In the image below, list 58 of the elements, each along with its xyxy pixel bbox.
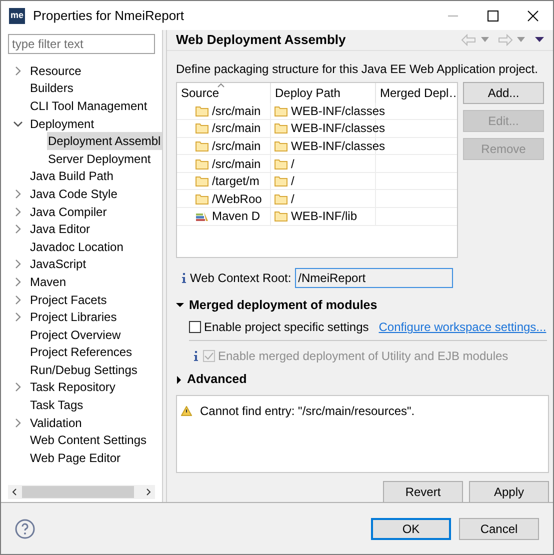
context-root-label: Web Context Root: [190,270,292,286]
table-cell-text: WEB-INF/classes [291,138,386,155]
tree-item[interactable]: Deployment [29,114,96,133]
tree-item[interactable]: Project Overview [29,326,122,344]
tree-item[interactable]: Project References [29,343,134,362]
button[interactable]: Revert [383,481,463,503]
table-cell-text: /src/main [212,156,261,173]
message-text: Cannot find entry: "/src/main/resources". [200,403,415,420]
button[interactable]: Add... [463,82,544,104]
page-title: Web Deployment Assembly [176,31,346,49]
button[interactable]: Cancel [459,518,539,540]
table-cell-text: / [291,190,294,208]
tree-item[interactable]: Resource [29,62,82,80]
button[interactable]: OK [371,518,451,540]
window-title: Properties for NmeiReport [33,6,184,25]
tree-item[interactable]: Project Facets [29,290,108,309]
table-cell-text: WEB-INF/lib [291,208,357,226]
table-cell-text: / [291,173,294,190]
filter-field[interactable]: type filter text [8,34,155,54]
table-cell-text: Maven D [212,208,260,226]
tree-item[interactable]: Java Compiler [29,202,108,221]
description-text: Define packaging structure for this Java EE Web Application project. [176,60,539,78]
tree-item[interactable]: Server Deployment [47,150,152,168]
table-cell-text: /src/main [212,120,261,138]
tree-item[interactable]: Maven [29,272,68,291]
table-cell-text: /src/main [212,102,261,120]
column-header[interactable]: Deploy Path [275,84,340,102]
tree-item[interactable]: Web Content Settings [29,431,148,450]
button[interactable]: Apply [469,481,549,503]
section-title[interactable]: Merged deployment of modules [189,296,378,314]
tree-item[interactable]: Java Editor [29,220,92,238]
table-cell-text: /WebRoo [212,190,262,208]
tree-item[interactable]: Java Build Path [29,167,114,186]
context-root-field[interactable]: /NmeiReport [295,268,454,288]
tree-item[interactable]: Validation [29,414,83,432]
tree-item[interactable]: CLI Tool Management [29,96,148,115]
checkbox-label: Enable project specific settings [204,319,369,336]
column-header[interactable]: Source [181,84,220,102]
checkbox-label: Enable merged deployment of Utility and EJB modules [218,348,508,366]
tree-item[interactable]: Builders [29,79,74,98]
table-cell-text: /src/main [212,138,261,155]
table-cell-text: /target/m [212,173,260,190]
tree-item[interactable]: Deployment Assembl [47,132,162,150]
tree-item[interactable]: Run/Debug Settings [29,360,138,379]
table-cell-text: WEB-INF/classes [291,102,386,120]
tree-item[interactable]: JavaScript [29,255,88,274]
tree-item[interactable]: Java Code Style [29,184,118,203]
app-icon: me [9,8,25,24]
table-cell-text: WEB-INF/classes [291,120,386,138]
tree-item[interactable]: Task Repository [29,378,116,396]
section-title[interactable]: Advanced [187,370,247,389]
tree-item[interactable]: Task Tags [29,396,84,414]
column-header[interactable]: Merged Depl… [380,84,457,102]
tree-item[interactable]: Project Libraries [29,308,118,326]
tree-item[interactable]: Web Page Editor [29,448,122,467]
tree-item[interactable]: Javadoc Location [29,238,124,256]
table-cell-text: / [291,156,294,173]
configure-link[interactable]: Configure workspace settings... [378,318,546,336]
